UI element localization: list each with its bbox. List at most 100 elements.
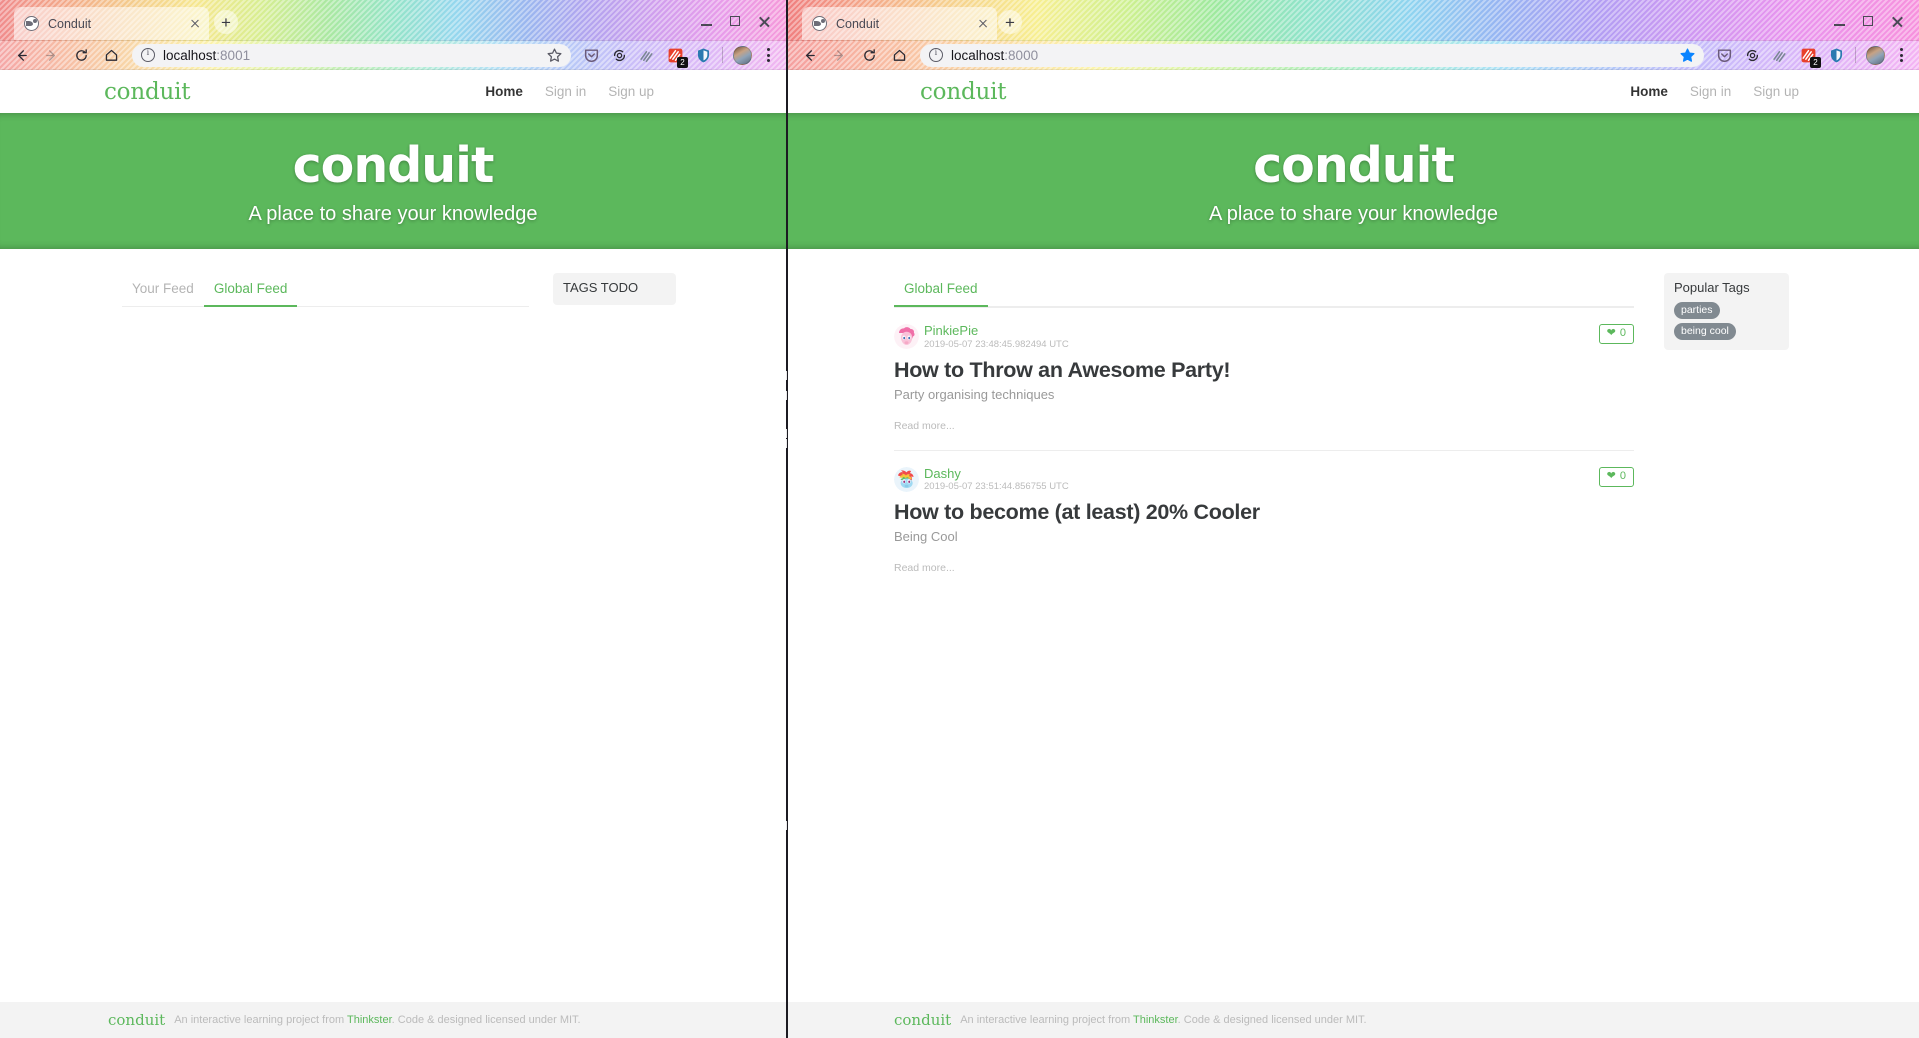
toolbar-separator	[1855, 47, 1856, 63]
pocket-icon[interactable]	[1712, 43, 1736, 67]
navigation-toolbar-left: localhost:8001 2	[0, 41, 786, 70]
globe-icon	[24, 16, 39, 31]
tab-title: Conduit	[48, 16, 92, 31]
new-tab-button[interactable]: +	[998, 10, 1022, 34]
footer-link-thinkster[interactable]: Thinkster	[1133, 1014, 1178, 1026]
site-nav-links: Home Sign in Sign up	[1630, 84, 1799, 99]
feed-tab-your-feed[interactable]: Your Feed	[122, 273, 204, 307]
site-brand[interactable]: conduit	[920, 79, 1006, 105]
window-resize-handle[interactable]	[783, 41, 787, 1038]
navigation-toolbar-right: localhost:8000 2	[788, 41, 1919, 70]
nav-link-home[interactable]: Home	[1630, 84, 1668, 99]
pinkiepie-avatar[interactable]	[894, 324, 919, 349]
footer-text: An interactive learning project from Thi…	[174, 1014, 581, 1026]
site-nav-links: Home Sign in Sign up	[485, 84, 654, 99]
shield-icon[interactable]	[691, 43, 715, 67]
info-circle-icon[interactable]	[929, 48, 943, 62]
feed-tab-global-feed[interactable]: Global Feed	[203, 273, 298, 307]
nav-link-signup[interactable]: Sign up	[1753, 84, 1799, 99]
favorite-count: 0	[1619, 327, 1626, 339]
favorite-button[interactable]: ❤ 0	[1598, 324, 1634, 345]
tag-pill[interactable]: parties	[1674, 302, 1720, 319]
reload-icon[interactable]	[68, 43, 94, 67]
footer-brand[interactable]: conduit	[894, 1011, 951, 1029]
browser-window-right: Conduit + i localhost:8000 2 conduit Hom…	[788, 0, 1919, 1038]
feed-column: Global Feed PinkiePie 2019-05-07 23:48:4…	[894, 273, 1634, 1002]
titlebar-left: Conduit +	[0, 0, 786, 41]
nav-link-home[interactable]: Home	[485, 84, 523, 99]
sync-icon[interactable]	[607, 43, 631, 67]
article-author[interactable]: Dashy	[924, 466, 1069, 481]
home-icon[interactable]	[98, 43, 124, 67]
close-icon[interactable]	[750, 10, 778, 32]
titlebar-right: Conduit +	[788, 0, 1919, 41]
reader-icon[interactable]	[635, 43, 659, 67]
site-footer: conduit An interactive learning project …	[788, 1002, 1919, 1038]
page-content-left: conduit Home Sign in Sign up conduit A p…	[0, 70, 786, 1038]
window-controls	[1825, 10, 1911, 32]
avatar[interactable]	[730, 43, 754, 67]
site-brand[interactable]: conduit	[104, 79, 190, 105]
hero-banner: conduit A place to share your knowledge	[788, 113, 1919, 249]
main-container: Global Feed PinkiePie 2019-05-07 23:48:4…	[788, 249, 1919, 1002]
reload-icon[interactable]	[856, 43, 882, 67]
maximize-icon[interactable]	[1854, 10, 1882, 32]
banner-subtitle: A place to share your knowledge	[1208, 202, 1499, 225]
back-arrow-icon[interactable]	[796, 43, 822, 67]
hero-banner: conduit A place to share your knowledge	[0, 113, 786, 249]
ublock-icon[interactable]: 2	[1796, 43, 1821, 68]
read-more-link[interactable]: Read more...	[894, 562, 1634, 574]
read-more-link[interactable]: Read more...	[894, 420, 1634, 432]
toolbar-separator	[722, 47, 723, 63]
ublock-icon[interactable]: 2	[663, 43, 688, 68]
reader-icon[interactable]	[1768, 43, 1792, 67]
sync-icon[interactable]	[1740, 43, 1764, 67]
nav-link-signup[interactable]: Sign up	[608, 84, 654, 99]
extension-badge: 2	[1810, 57, 1821, 68]
avatar[interactable]	[1863, 43, 1887, 67]
shield-icon[interactable]	[1824, 43, 1848, 67]
minimize-icon[interactable]	[692, 10, 720, 32]
back-arrow-icon[interactable]	[8, 43, 34, 67]
footer-link-thinkster[interactable]: Thinkster	[347, 1014, 392, 1026]
maximize-icon[interactable]	[721, 10, 749, 32]
menu-icon[interactable]	[758, 48, 778, 62]
tags-panel: Popular Tags parties being cool	[1664, 273, 1789, 350]
forward-arrow-icon[interactable]	[38, 43, 64, 67]
sidebar-column: TAGS TODO	[553, 273, 676, 1002]
browser-tab[interactable]: Conduit	[802, 7, 997, 40]
new-tab-button[interactable]: +	[214, 10, 238, 34]
close-icon[interactable]	[974, 15, 991, 32]
home-icon[interactable]	[886, 43, 912, 67]
article-description: Party organising techniques	[894, 386, 1055, 402]
banner-title: conduit	[1253, 136, 1455, 194]
page-content-right: conduit Home Sign in Sign up conduit A p…	[788, 70, 1919, 1038]
url-bar[interactable]: localhost:8001	[132, 43, 571, 67]
nav-link-signin[interactable]: Sign in	[545, 84, 586, 99]
article-meta: Dashy 2019-05-07 23:51:44.856755 UTC ❤ 0	[894, 466, 1634, 493]
close-icon[interactable]	[186, 15, 203, 32]
star-icon[interactable]	[546, 47, 563, 64]
footer-brand[interactable]: conduit	[108, 1011, 165, 1029]
pocket-icon[interactable]	[579, 43, 603, 67]
article-author-meta: Dashy 2019-05-07 23:51:44.856755 UTC	[924, 466, 1069, 493]
article-author[interactable]: PinkiePie	[924, 324, 1069, 338]
tag-pill[interactable]: being cool	[1674, 323, 1736, 340]
tags-panel: TAGS TODO	[553, 273, 676, 305]
article-description: Being Cool	[894, 529, 958, 545]
article-title[interactable]: How to become (at least) 20% Cooler	[894, 500, 1634, 525]
nav-link-signin[interactable]: Sign in	[1690, 84, 1731, 99]
article-title[interactable]: How to Throw an Awesome Party!	[894, 358, 1634, 383]
rainbowdash-avatar[interactable]	[894, 466, 919, 492]
close-icon[interactable]	[1883, 10, 1911, 32]
feed-tab-global-feed[interactable]: Global Feed	[894, 273, 988, 307]
favorite-button[interactable]: ❤ 0	[1598, 466, 1634, 487]
menu-icon[interactable]	[1891, 48, 1911, 62]
info-circle-icon[interactable]	[141, 48, 155, 62]
sidebar-column: Popular Tags parties being cool	[1664, 273, 1789, 1002]
url-bar[interactable]: localhost:8000	[920, 43, 1704, 67]
browser-tab[interactable]: Conduit	[14, 7, 209, 40]
minimize-icon[interactable]	[1825, 10, 1853, 32]
forward-arrow-icon[interactable]	[826, 43, 852, 67]
star-icon[interactable]	[1679, 47, 1696, 64]
